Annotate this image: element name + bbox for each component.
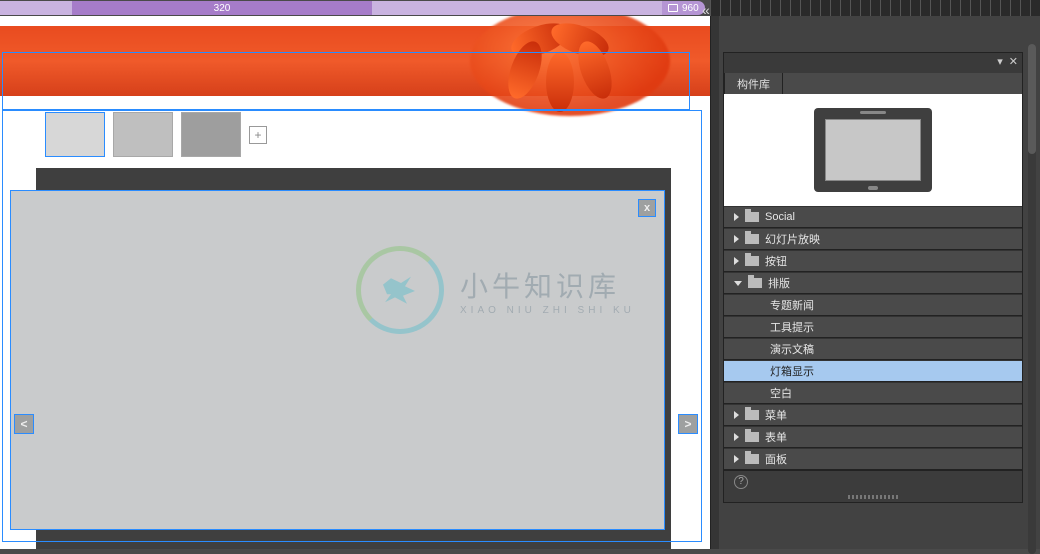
widget-selection-outline [2,110,702,542]
breakpoint-ruler[interactable]: 320 960 [0,0,710,16]
scroll-thumb[interactable] [1028,44,1036,154]
tree-item-panel[interactable]: 面板 [724,448,1022,470]
tree-item-button[interactable]: 按钮 [724,250,1022,272]
tree-item-menu[interactable]: 菜单 [724,404,1022,426]
selection-outline [2,52,690,110]
expand-icon[interactable] [734,411,739,419]
folder-icon [745,432,759,442]
widget-library-panel: ▾ ✕ 构件库 Social 幻灯片放映 按钮 [723,52,1023,503]
tree-item-lightbox[interactable]: 灯箱显示 [724,360,1022,382]
tree-item-social[interactable]: Social [724,206,1022,228]
help-icon: ? [734,475,748,489]
tree-item-slideshow[interactable]: 幻灯片放映 [724,228,1022,250]
widget-preview [724,94,1022,206]
tree-item-tooltip[interactable]: 工具提示 [724,316,1022,338]
folder-icon [745,212,759,222]
sidebar-rail[interactable] [711,16,719,549]
folder-icon [745,454,759,464]
panel-tab-widget-library[interactable]: 构件库 [724,72,783,94]
widget-tree: Social 幻灯片放映 按钮 排版 专题新闻 工具提示 [724,206,1022,502]
breakpoint-handle-current[interactable]: 960 [662,1,705,15]
panel-resize-handle[interactable] [724,492,1022,502]
expand-icon[interactable] [734,433,739,441]
panel-help-button[interactable]: ? [724,470,1022,492]
panel-titlebar[interactable]: ▾ ✕ [724,53,1022,73]
panel-close-icon[interactable]: ✕ [1009,55,1018,68]
tree-item-layout[interactable]: 排版 [724,272,1022,294]
folder-icon [745,410,759,420]
folder-icon [748,278,762,288]
tree-item-featured-news[interactable]: 专题新闻 [724,294,1022,316]
tree-item-blank[interactable]: 空白 [724,382,1022,404]
expand-icon[interactable] [734,213,739,221]
preview-device-icon [814,108,932,192]
right-sidebar: ▾ ✕ 构件库 Social 幻灯片放映 按钮 [710,16,1040,549]
collapse-icon[interactable] [734,281,742,286]
tree-item-form[interactable]: 表单 [724,426,1022,448]
folder-icon [745,256,759,266]
breakpoint-label-320[interactable]: 320 [72,1,372,15]
panel-minimize-icon[interactable]: ▾ [997,55,1003,68]
tree-item-presentation[interactable]: 演示文稿 [724,338,1022,360]
expand-icon[interactable] [734,257,739,265]
ruler-ticks [710,0,1040,16]
design-canvas[interactable]: + x < > 小牛知识库 XIAO NIU ZHI SHI KU [0,16,710,549]
expand-icon[interactable] [734,455,739,463]
folder-icon [745,234,759,244]
expand-icon[interactable] [734,235,739,243]
sidebar-scrollbar[interactable] [1028,44,1036,554]
